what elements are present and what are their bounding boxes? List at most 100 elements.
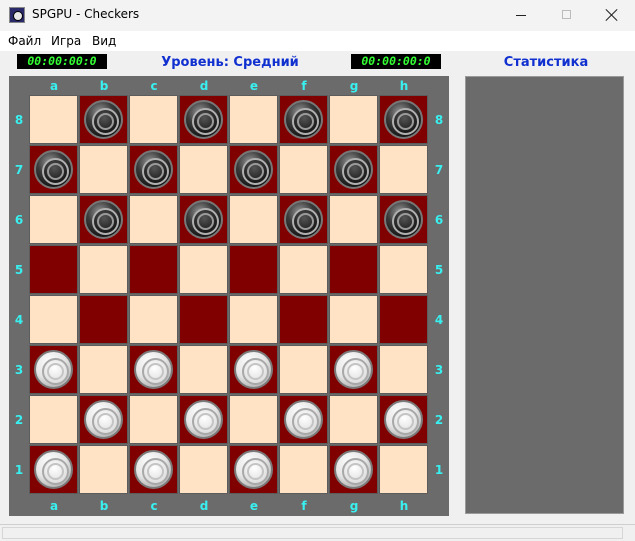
menu-file[interactable]: Файл [8,34,41,48]
square-c8[interactable] [129,95,178,144]
black-checker-g7[interactable] [334,150,373,189]
black-checker-d6[interactable] [184,200,223,239]
square-a3[interactable] [29,345,78,394]
white-checker-b2[interactable] [84,400,123,439]
square-g4[interactable] [329,295,378,344]
square-a4[interactable] [29,295,78,344]
square-f3[interactable] [279,345,328,394]
square-g8[interactable] [329,95,378,144]
file-label-h-top: h [399,79,409,93]
square-e7[interactable] [229,145,278,194]
file-label-a-bottom: a [49,499,59,513]
square-g2[interactable] [329,395,378,444]
black-checker-a7[interactable] [34,150,73,189]
square-h2[interactable] [379,395,428,444]
right-timer: 00:00:00:0 [351,54,441,69]
square-e6[interactable] [229,195,278,244]
square-d7[interactable] [179,145,228,194]
square-c2[interactable] [129,395,178,444]
square-a1[interactable] [29,445,78,494]
square-d5[interactable] [179,245,228,294]
square-d2[interactable] [179,395,228,444]
close-button[interactable] [589,0,635,31]
square-g3[interactable] [329,345,378,394]
square-d1[interactable] [179,445,228,494]
square-e3[interactable] [229,345,278,394]
square-g1[interactable] [329,445,378,494]
black-checker-f8[interactable] [284,100,323,139]
square-b4[interactable] [79,295,128,344]
white-checker-e3[interactable] [234,350,273,389]
square-h1[interactable] [379,445,428,494]
square-a7[interactable] [29,145,78,194]
square-e1[interactable] [229,445,278,494]
square-e2[interactable] [229,395,278,444]
black-checker-c7[interactable] [134,150,173,189]
square-h5[interactable] [379,245,428,294]
maximize-button[interactable] [544,0,590,31]
white-checker-g1[interactable] [334,450,373,489]
square-h4[interactable] [379,295,428,344]
white-checker-a1[interactable] [34,450,73,489]
checkers-board: a a b b c c d d e e f f g g h h 8 8 7 7 6 6 5 5 4 4 3 3 2 2 1 1 [9,76,449,516]
black-checker-h8[interactable] [384,100,423,139]
square-f7[interactable] [279,145,328,194]
square-b8[interactable] [79,95,128,144]
minimize-icon [516,15,526,16]
black-checker-h6[interactable] [384,200,423,239]
black-checker-b6[interactable] [84,200,123,239]
square-e5[interactable] [229,245,278,294]
square-d3[interactable] [179,345,228,394]
square-d8[interactable] [179,95,228,144]
black-checker-b8[interactable] [84,100,123,139]
square-e8[interactable] [229,95,278,144]
white-checker-g3[interactable] [334,350,373,389]
square-b6[interactable] [79,195,128,244]
rank-label-2-left: 2 [14,413,24,427]
square-g7[interactable] [329,145,378,194]
white-checker-e1[interactable] [234,450,273,489]
square-f6[interactable] [279,195,328,244]
square-h7[interactable] [379,145,428,194]
square-b5[interactable] [79,245,128,294]
white-checker-f2[interactable] [284,400,323,439]
square-e4[interactable] [229,295,278,344]
square-a6[interactable] [29,195,78,244]
black-checker-f6[interactable] [284,200,323,239]
square-b3[interactable] [79,345,128,394]
square-h3[interactable] [379,345,428,394]
square-c6[interactable] [129,195,178,244]
white-checker-a3[interactable] [34,350,73,389]
square-f5[interactable] [279,245,328,294]
square-a2[interactable] [29,395,78,444]
square-f4[interactable] [279,295,328,344]
square-d6[interactable] [179,195,228,244]
square-f2[interactable] [279,395,328,444]
menu-game[interactable]: Игра [51,34,81,48]
square-d4[interactable] [179,295,228,344]
square-f1[interactable] [279,445,328,494]
square-h8[interactable] [379,95,428,144]
square-c5[interactable] [129,245,178,294]
square-f8[interactable] [279,95,328,144]
minimize-button[interactable] [498,0,544,31]
square-b2[interactable] [79,395,128,444]
square-a5[interactable] [29,245,78,294]
white-checker-d2[interactable] [184,400,223,439]
black-checker-d8[interactable] [184,100,223,139]
white-checker-h2[interactable] [384,400,423,439]
square-b7[interactable] [79,145,128,194]
square-h6[interactable] [379,195,428,244]
square-b1[interactable] [79,445,128,494]
white-checker-c1[interactable] [134,450,173,489]
white-checker-c3[interactable] [134,350,173,389]
square-c4[interactable] [129,295,178,344]
square-c1[interactable] [129,445,178,494]
square-c3[interactable] [129,345,178,394]
square-g5[interactable] [329,245,378,294]
menu-view[interactable]: Вид [92,34,116,48]
square-c7[interactable] [129,145,178,194]
square-a8[interactable] [29,95,78,144]
black-checker-e7[interactable] [234,150,273,189]
square-g6[interactable] [329,195,378,244]
